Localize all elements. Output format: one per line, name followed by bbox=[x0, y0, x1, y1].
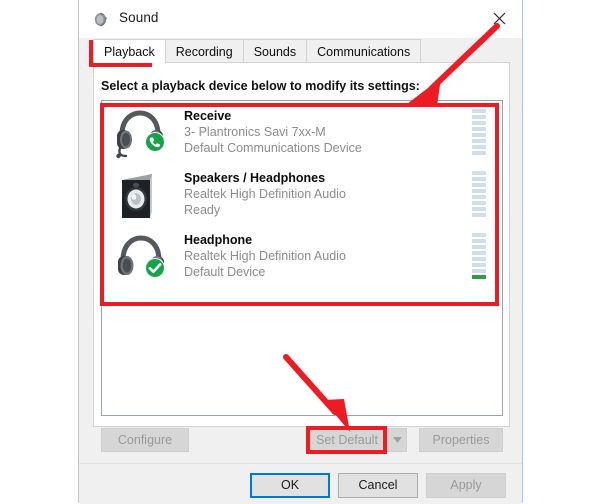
sound-dialog-window: Sound Playback Recording Sounds Communic… bbox=[78, 0, 523, 504]
chevron-down-icon[interactable] bbox=[388, 428, 407, 452]
device-status: Default Device bbox=[184, 265, 266, 279]
tab-recording[interactable]: Recording bbox=[164, 39, 244, 63]
device-driver: 3- Plantronics Savi 7xx-M bbox=[184, 125, 326, 139]
device-driver: Realtek High Definition Audio bbox=[184, 187, 346, 201]
green-check-badge bbox=[144, 257, 166, 284]
tab-playback[interactable]: Playback bbox=[93, 39, 166, 63]
volume-meter bbox=[472, 171, 486, 217]
green-phone-badge bbox=[144, 131, 166, 158]
device-name: Receive bbox=[184, 109, 232, 123]
device-info: Receive 3- Plantronics Savi 7xx-M Defaul… bbox=[184, 108, 472, 156]
panel-instruction-label: Select a playback device below to modify… bbox=[101, 79, 420, 93]
close-icon[interactable] bbox=[477, 0, 522, 37]
playback-device-list[interactable]: Receive 3- Plantronics Savi 7xx-M Defaul… bbox=[101, 100, 503, 416]
cancel-button[interactable]: Cancel bbox=[338, 473, 418, 498]
table-row[interactable]: Speakers / Headphones Realtek High Defin… bbox=[102, 163, 502, 225]
speaker-box-icon bbox=[112, 166, 174, 222]
device-status: Default Communications Device bbox=[184, 141, 362, 155]
sound-speaker-icon bbox=[93, 11, 110, 28]
device-info: Headphone Realtek High Definition Audio … bbox=[184, 232, 472, 280]
ok-button[interactable]: OK bbox=[250, 473, 330, 498]
configure-button[interactable]: Configure bbox=[101, 428, 189, 452]
tab-communications[interactable]: Communications bbox=[306, 39, 422, 63]
table-row[interactable]: Receive 3- Plantronics Savi 7xx-M Defaul… bbox=[102, 101, 502, 163]
device-status: Ready bbox=[184, 203, 221, 217]
device-name: Speakers / Headphones bbox=[184, 171, 326, 185]
device-info: Speakers / Headphones Realtek High Defin… bbox=[184, 170, 472, 218]
device-driver: Realtek High Definition Audio bbox=[184, 249, 346, 263]
tab-strip: Playback Recording Sounds Communications bbox=[79, 38, 522, 63]
apply-button[interactable]: Apply bbox=[426, 473, 506, 498]
device-name: Headphone bbox=[184, 233, 253, 247]
tab-sounds[interactable]: Sounds bbox=[242, 39, 308, 63]
volume-meter bbox=[472, 109, 486, 155]
title-bar: Sound bbox=[79, 0, 522, 38]
table-row[interactable]: Headphone Realtek High Definition Audio … bbox=[102, 225, 502, 287]
properties-button[interactable]: Properties bbox=[419, 428, 503, 452]
window-title: Sound bbox=[119, 10, 159, 25]
set-default-button[interactable]: Set Default bbox=[306, 428, 388, 452]
volume-meter bbox=[472, 233, 486, 279]
